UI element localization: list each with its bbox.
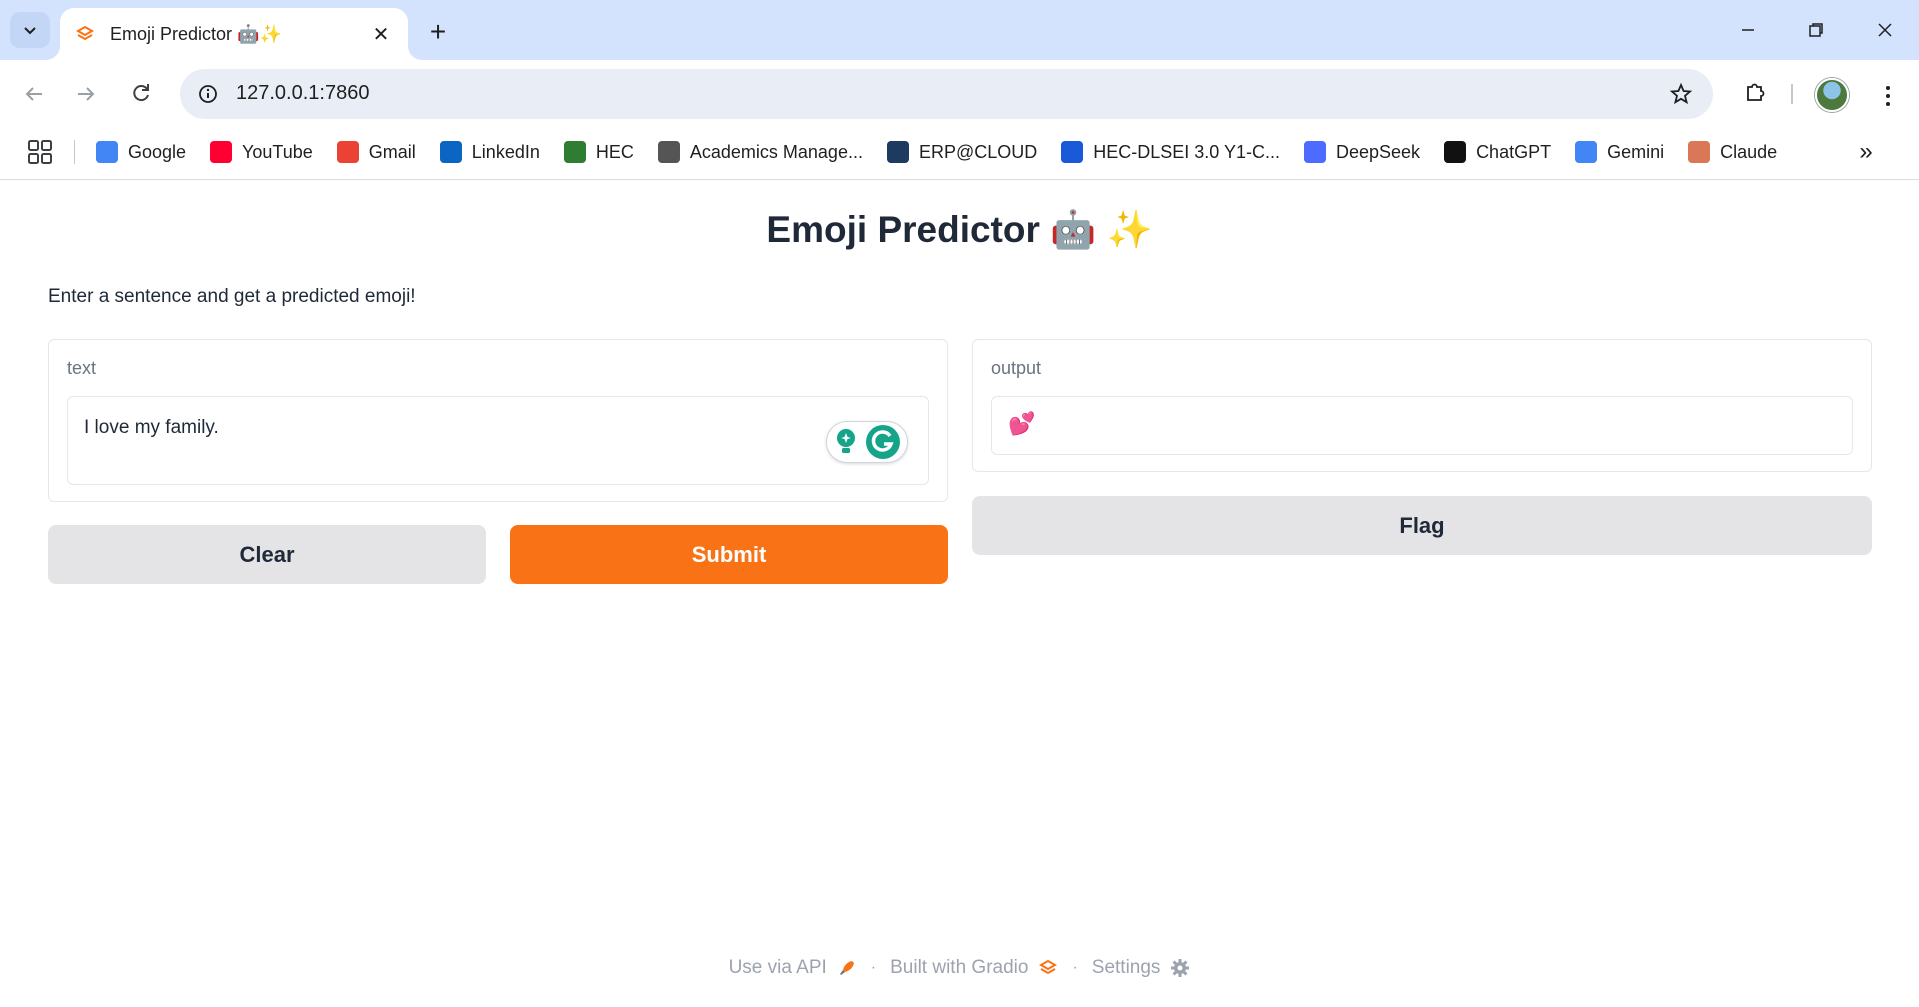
text-input-value: I love my family. [84, 417, 219, 438]
erp-icon [886, 141, 909, 163]
browser-toolbar: 127.0.0.1:7860 [0, 60, 1919, 124]
reload-icon[interactable] [121, 74, 161, 114]
bookmark-label: Gmail [368, 141, 416, 162]
bookmark-item[interactable]: HEC-DLSEI 3.0 Y1-C... [1061, 141, 1280, 163]
bookmark-label: DeepSeek [1336, 141, 1421, 162]
kebab-menu-icon[interactable] [1870, 76, 1906, 116]
bookmark-item[interactable]: YouTube [210, 141, 313, 163]
app-description: Enter a sentence and get a predicted emo… [48, 286, 416, 307]
bookmark-label: ERP@CLOUD [918, 141, 1038, 162]
submit-button[interactable]: Submit [510, 525, 948, 584]
google-icon [96, 141, 118, 163]
grammarly-g-icon [866, 425, 900, 459]
input-panel: text I love my family. [48, 339, 948, 502]
use-via-api-link[interactable]: Use via API [729, 957, 857, 979]
restore-icon[interactable] [1786, 10, 1846, 50]
settings-link[interactable]: Settings [1092, 957, 1191, 979]
bookmark-label: Gemini [1607, 141, 1665, 162]
bookmarks-divider [74, 140, 75, 164]
tab-search-button[interactable] [10, 12, 50, 48]
gradio-favicon-icon [74, 23, 96, 45]
grammarly-widget[interactable] [826, 421, 908, 463]
bookmark-item[interactable]: Claude [1688, 141, 1777, 163]
url-text: 127.0.0.1:7860 [236, 82, 370, 104]
built-with-gradio-label: Built with Gradio [890, 957, 1029, 978]
bookmark-label: HEC-DLSEI 3.0 Y1-C... [1093, 141, 1280, 162]
bookmark-label: Academics Manage... [689, 141, 863, 162]
tab-close-icon[interactable]: ✕ [368, 21, 394, 47]
toolbar-divider [1791, 84, 1793, 104]
gradio-app: Emoji Predictor 🤖 ✨ Enter a sentence and… [0, 181, 1919, 1007]
bookmark-item[interactable]: Gmail [336, 141, 416, 163]
built-with-gradio-link[interactable]: Built with Gradio [890, 957, 1058, 979]
apps-grid-icon[interactable] [26, 138, 54, 166]
input-label: text [67, 358, 97, 378]
bookmark-item[interactable]: ChatGPT [1444, 141, 1551, 163]
address-bar[interactable]: 127.0.0.1:7860 [180, 69, 1713, 119]
bookmark-label: ChatGPT [1476, 141, 1552, 162]
claude-icon [1688, 141, 1711, 163]
page-title: Emoji Predictor 🤖 ✨ [766, 209, 1153, 250]
back-arrow-icon[interactable] [14, 74, 54, 114]
flag-button[interactable]: Flag [972, 496, 1872, 555]
settings-label: Settings [1091, 957, 1161, 978]
bookmark-item[interactable]: Academics Manage... [657, 141, 863, 163]
output-label: output [991, 358, 1042, 378]
hec-dlsei-icon [1061, 141, 1084, 163]
lightbulb-icon [837, 429, 855, 453]
bookmark-item[interactable]: Gemini [1575, 141, 1664, 163]
profile-avatar[interactable] [1815, 78, 1849, 112]
gmail-icon [336, 141, 359, 163]
academics-icon [657, 141, 680, 163]
bookmark-list: Google YouTube Gmail LinkedIn HEC Academics M… [96, 124, 1777, 180]
gradio-logo-icon [1039, 959, 1058, 975]
text-input[interactable]: I love my family. [67, 396, 929, 485]
youtube-icon [210, 141, 233, 163]
bookmark-label: HEC [595, 141, 634, 162]
chevron-down-icon [24, 27, 36, 35]
footer-separator: · [870, 959, 877, 976]
tab-title: Emoji Predictor 🤖✨ [110, 23, 282, 44]
new-tab-button[interactable]: + [420, 14, 456, 50]
bookmark-star-icon[interactable] [1667, 80, 1695, 108]
forward-arrow-icon[interactable] [66, 74, 106, 114]
close-window-icon[interactable] [1855, 10, 1915, 50]
active-tab[interactable]: Emoji Predictor 🤖✨ ✕ [60, 8, 408, 60]
more-bookmarks-chevron-icon[interactable]: » [1852, 138, 1880, 166]
bookmark-label: LinkedIn [471, 141, 540, 162]
bookmark-label: Google [128, 141, 187, 162]
rocket-icon [839, 961, 854, 975]
use-via-api-label: Use via API [728, 957, 827, 978]
clear-button[interactable]: Clear [48, 525, 486, 584]
bookmarks-bar: Google YouTube Gmail LinkedIn HEC Academics M… [0, 124, 1919, 180]
deepseek-icon [1304, 141, 1326, 163]
extensions-puzzle-icon[interactable] [1735, 72, 1775, 112]
bookmark-item[interactable]: ERP@CLOUD [886, 141, 1038, 163]
chatgpt-icon [1444, 141, 1467, 163]
gear-icon [1171, 959, 1190, 977]
footer-separator: · [1072, 959, 1078, 976]
bookmark-item[interactable]: LinkedIn [439, 141, 540, 163]
linkedin-icon [439, 141, 462, 163]
hec-icon [563, 141, 586, 163]
output-value: 💕 [1008, 411, 1036, 436]
bookmark-item[interactable]: DeepSeek [1304, 141, 1420, 163]
gemini-icon [1575, 141, 1598, 163]
bookmark-item[interactable]: HEC [563, 141, 634, 163]
minimize-icon[interactable] [1718, 10, 1778, 50]
bookmark-label: YouTube [242, 141, 313, 162]
bookmark-label: Claude [1720, 141, 1778, 162]
site-info-icon[interactable] [192, 78, 224, 110]
bookmark-item[interactable]: Google [96, 141, 186, 163]
tab-strip: Emoji Predictor 🤖✨ ✕ + [0, 0, 1919, 60]
gradio-footer: Use via API · Built with Gradio · Settin… [0, 957, 1919, 979]
output-field[interactable]: 💕 [991, 396, 1853, 455]
output-panel: output 💕 [972, 339, 1872, 472]
